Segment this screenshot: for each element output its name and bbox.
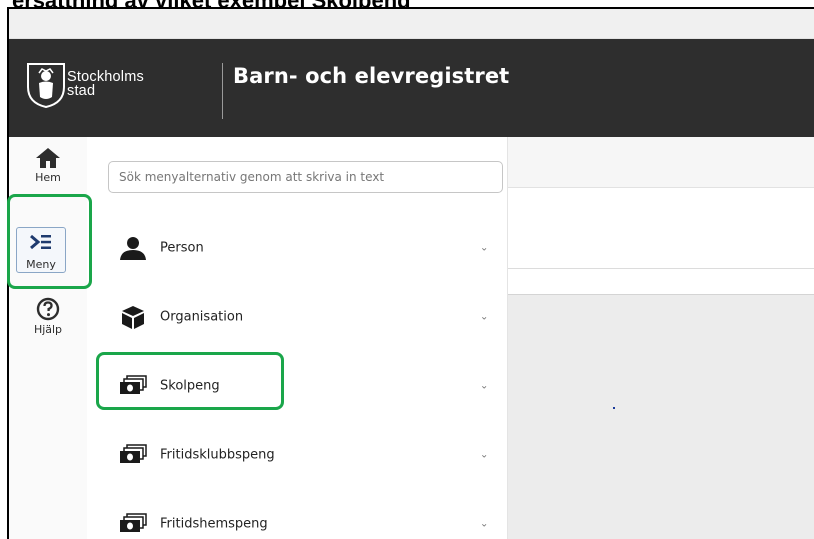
nav-label-home: Hem	[35, 171, 61, 184]
menu-item-person[interactable]: Person ⌄	[87, 218, 507, 278]
header-divider	[222, 63, 223, 119]
home-icon	[36, 148, 60, 168]
chevron-down-icon: ⌄	[480, 449, 489, 461]
main-menu-panel: Person ⌄ Organisation ⌄ Skolpeng ⌄	[87, 137, 508, 539]
screenshot-frame: Stockholms stad Barn- och elevregistret …	[7, 7, 814, 539]
menu-item-label: Person	[160, 240, 204, 256]
menu-item-label: Fritidsklubbspeng	[160, 447, 275, 463]
menu-search-input[interactable]	[108, 161, 503, 193]
nav-item-menu-content[interactable]: Meny	[9, 232, 73, 271]
chevron-down-icon: ⌄	[480, 518, 489, 530]
brand-line-1: Stockholms	[67, 69, 144, 85]
chevron-down-icon: ⌄	[480, 311, 489, 323]
chevron-down-icon: ⌄	[480, 380, 489, 392]
menu-item-fritidsklubbspeng[interactable]: Fritidsklubbspeng ⌄	[87, 425, 507, 485]
brand-line-2: stad	[67, 83, 96, 99]
menu-item-label: Skolpeng	[160, 378, 220, 394]
left-nav: Hem Meny Hjälp	[9, 137, 88, 539]
content-subbar	[508, 269, 814, 295]
chevron-down-icon: ⌄	[480, 242, 489, 254]
menu-item-label: Fritidshemspeng	[160, 516, 268, 532]
app-title: Barn- och elevregistret	[233, 64, 510, 88]
help-icon	[36, 297, 60, 321]
money-icon	[120, 513, 147, 532]
nav-item-home[interactable]: Hem	[9, 147, 87, 184]
menu-icon	[30, 234, 51, 250]
stockholm-crest-icon	[27, 63, 65, 109]
brand-name: Stockholms stad	[67, 69, 144, 99]
browser-top-strip	[9, 9, 814, 39]
person-icon	[120, 237, 146, 260]
nav-item-help[interactable]: Hjälp	[9, 297, 87, 336]
content-area	[508, 137, 814, 539]
cube-icon	[122, 306, 144, 329]
money-icon	[120, 444, 147, 463]
money-icon	[120, 375, 147, 394]
content-background	[508, 295, 814, 539]
menu-item-label: Organisation	[160, 309, 244, 325]
menu-item-fritidshemspeng[interactable]: Fritidshemspeng ⌄	[87, 494, 507, 539]
menu-item-skolpeng[interactable]: Skolpeng ⌄	[87, 356, 507, 416]
nav-label-help: Hjälp	[33, 323, 63, 336]
menu-item-organisation[interactable]: Organisation ⌄	[87, 287, 507, 347]
content-dot	[613, 407, 615, 409]
content-toolbar	[508, 137, 814, 188]
nav-label-menu: Meny	[26, 258, 56, 271]
app-header: Stockholms stad Barn- och elevregistret	[9, 39, 814, 137]
